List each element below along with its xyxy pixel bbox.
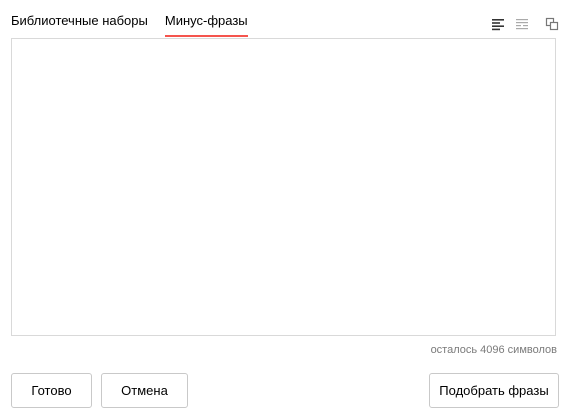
tab-negative-phrases[interactable]: Минус-фразы xyxy=(164,0,248,38)
negative-phrases-editor xyxy=(11,38,556,336)
suggest-phrases-button[interactable]: Подобрать фразы xyxy=(429,373,559,408)
cancel-button[interactable]: Отмена xyxy=(101,373,188,408)
align-left-icon[interactable] xyxy=(491,17,505,31)
tab-bar: Библиотечные наборы Минус-фразы xyxy=(11,0,265,38)
negative-phrases-textarea[interactable] xyxy=(12,39,555,335)
editor-toolbar xyxy=(491,17,559,31)
wrap-lines-icon[interactable] xyxy=(515,17,529,31)
copy-window-icon[interactable] xyxy=(545,17,559,31)
characters-remaining-counter: осталось 4096 символов xyxy=(430,344,557,356)
tab-library-sets[interactable]: Библиотечные наборы xyxy=(11,0,148,38)
done-button[interactable]: Готово xyxy=(11,373,92,408)
